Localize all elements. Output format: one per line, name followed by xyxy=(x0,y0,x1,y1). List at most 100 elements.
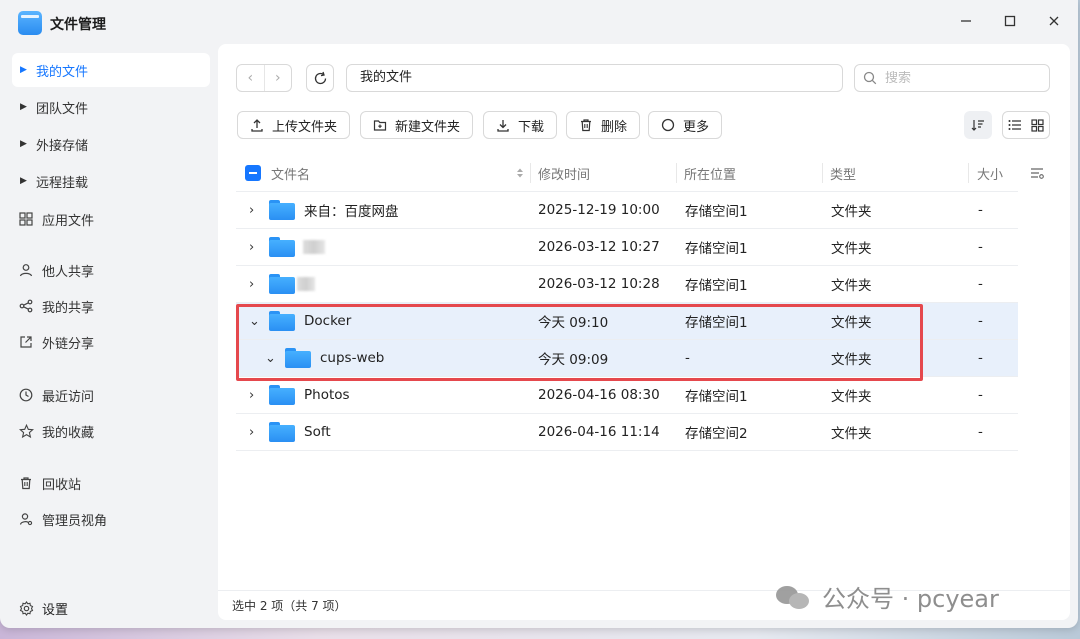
modified-time: 2026-04-16 08:30 xyxy=(538,387,660,403)
table-row[interactable]: › Photos 2026-04-16 08:30 存储空间1 文件夹 - xyxy=(236,377,1018,414)
minimize-button[interactable] xyxy=(956,12,976,32)
file-name: Photos xyxy=(304,387,350,403)
file-type: 文件夹 xyxy=(831,241,872,257)
file-type: 文件夹 xyxy=(831,426,872,442)
sidebar-item-external-storage[interactable]: ▶ 外接存储 xyxy=(12,127,210,161)
column-settings-icon[interactable] xyxy=(1030,155,1044,191)
gear-icon xyxy=(18,600,34,616)
table-row[interactable]: › 来自：百度网盘 2025-12-19 10:00 存储空间1 文件夹 - xyxy=(236,192,1018,229)
settings-label: 设置 xyxy=(42,602,69,618)
sidebar-item-favorites[interactable]: 我的收藏 xyxy=(12,414,210,448)
refresh-icon xyxy=(314,71,326,84)
sidebar-item-label: 外接存储 xyxy=(36,138,89,154)
file-type: 文件夹 xyxy=(831,204,872,220)
caret-right-icon: ▶ xyxy=(20,102,27,112)
blurred-name xyxy=(303,240,325,254)
sidebar-item-recent[interactable]: 最近访问 xyxy=(12,378,210,412)
table-row[interactable]: › Soft 2026-04-16 11:14 存储空间2 文件夹 - xyxy=(236,414,1018,451)
wechat-logo-icon xyxy=(776,582,812,612)
table-header: 文件名 修改时间 所在位置 类型 大小 xyxy=(236,155,1044,192)
grid-icon xyxy=(1031,118,1044,132)
more-circle-icon xyxy=(661,118,675,132)
admin-icon xyxy=(18,511,34,527)
trash-icon xyxy=(18,475,34,491)
sidebar-item-label: 我的收藏 xyxy=(42,425,95,441)
sort-arrows-icon[interactable] xyxy=(516,155,524,191)
grid-view-button[interactable] xyxy=(1026,112,1049,138)
new-folder-button[interactable]: 新建文件夹 xyxy=(360,111,474,139)
sidebar-item-label: 回收站 xyxy=(42,477,82,493)
back-button[interactable]: ‹ xyxy=(237,65,265,91)
trash-icon xyxy=(579,118,593,132)
folder-icon xyxy=(269,192,295,228)
expand-chevron-icon[interactable]: › xyxy=(249,192,254,228)
expand-chevron-icon[interactable]: › xyxy=(249,229,254,265)
table-row[interactable]: › 2026-03-12 10:28 存储空间1 文件夹 - xyxy=(236,266,1018,303)
upload-folder-button[interactable]: 上传文件夹 xyxy=(237,111,351,139)
sidebar-item-my-shares[interactable]: 我的共享 xyxy=(12,289,210,323)
path-field[interactable]: 我的文件 xyxy=(346,64,843,92)
watermark-text: 公众号 · pcyear xyxy=(822,585,999,613)
sidebar-item-label: 远程挂载 xyxy=(36,175,89,191)
file-size: - xyxy=(978,350,983,366)
sort-button[interactable] xyxy=(964,111,992,139)
sidebar-item-label: 他人共享 xyxy=(42,264,95,280)
person-icon xyxy=(18,262,34,278)
sidebar-item-link-shares[interactable]: 外链分享 xyxy=(12,325,210,359)
close-button[interactable] xyxy=(1044,12,1064,32)
blurred-name xyxy=(297,277,315,291)
sidebar-item-my-files[interactable]: ▶ 我的文件 xyxy=(12,53,210,87)
sidebar-item-admin-view[interactable]: 管理员视角 xyxy=(12,502,210,536)
more-label: 更多 xyxy=(683,119,710,135)
search-box[interactable] xyxy=(854,64,1050,92)
watermark: 公众号 · pcyear xyxy=(776,579,999,614)
new-folder-label: 新建文件夹 xyxy=(395,119,461,135)
sidebar-item-label: 我的共享 xyxy=(42,300,95,316)
sidebar-item-label: 我的文件 xyxy=(36,64,89,80)
location: 存储空间1 xyxy=(685,278,748,294)
refresh-button[interactable] xyxy=(306,64,334,92)
folder-icon xyxy=(269,229,325,265)
download-button[interactable]: 下载 xyxy=(483,111,558,139)
title-bar: 文件管理 xyxy=(0,0,1078,44)
table-row[interactable]: › 2026-03-12 10:27 存储空间1 文件夹 - xyxy=(236,229,1018,266)
view-toggle xyxy=(1002,111,1050,139)
forward-button[interactable]: › xyxy=(265,65,292,91)
file-size: - xyxy=(978,387,983,403)
sidebar-item-recycle-bin[interactable]: 回收站 xyxy=(12,466,210,500)
select-all-checkbox[interactable] xyxy=(245,155,261,191)
folder-icon xyxy=(269,377,295,413)
sidebar-item-app-files[interactable]: 应用文件 xyxy=(12,202,210,236)
upload-folder-label: 上传文件夹 xyxy=(272,119,338,135)
apps-grid-icon xyxy=(18,211,34,227)
location: 存储空间1 xyxy=(685,204,748,220)
sidebar-item-shared-with-me[interactable]: 他人共享 xyxy=(12,253,210,287)
external-link-icon xyxy=(18,334,34,350)
list-view-button[interactable] xyxy=(1003,112,1026,138)
delete-button[interactable]: 删除 xyxy=(566,111,641,139)
expand-chevron-icon[interactable]: › xyxy=(249,377,254,413)
sidebar-item-team-files[interactable]: ▶ 团队文件 xyxy=(12,90,210,124)
download-label: 下载 xyxy=(518,119,545,135)
location: 存储空间1 xyxy=(685,389,748,405)
search-input[interactable] xyxy=(885,70,1035,86)
star-icon xyxy=(18,423,34,439)
file-size: - xyxy=(978,276,983,292)
header-name[interactable]: 文件名 xyxy=(271,155,310,191)
header-location[interactable]: 所在位置 xyxy=(684,155,736,191)
file-name: 来自：百度网盘 xyxy=(304,204,399,220)
expand-chevron-icon[interactable]: › xyxy=(249,266,254,302)
more-button[interactable]: 更多 xyxy=(648,111,723,139)
maximize-button[interactable] xyxy=(1000,12,1020,32)
header-type[interactable]: 类型 xyxy=(830,155,856,191)
download-icon xyxy=(496,118,510,132)
settings-button[interactable]: 设置 xyxy=(12,596,68,620)
file-size: - xyxy=(978,239,983,255)
upload-icon xyxy=(250,118,264,132)
header-size[interactable]: 大小 xyxy=(977,155,1003,191)
expand-chevron-icon[interactable]: › xyxy=(249,414,254,450)
sidebar-item-remote-mount[interactable]: ▶ 远程挂载 xyxy=(12,164,210,198)
search-icon xyxy=(863,71,877,85)
modified-time: 2026-04-16 11:14 xyxy=(538,424,660,440)
header-modified[interactable]: 修改时间 xyxy=(538,155,590,191)
